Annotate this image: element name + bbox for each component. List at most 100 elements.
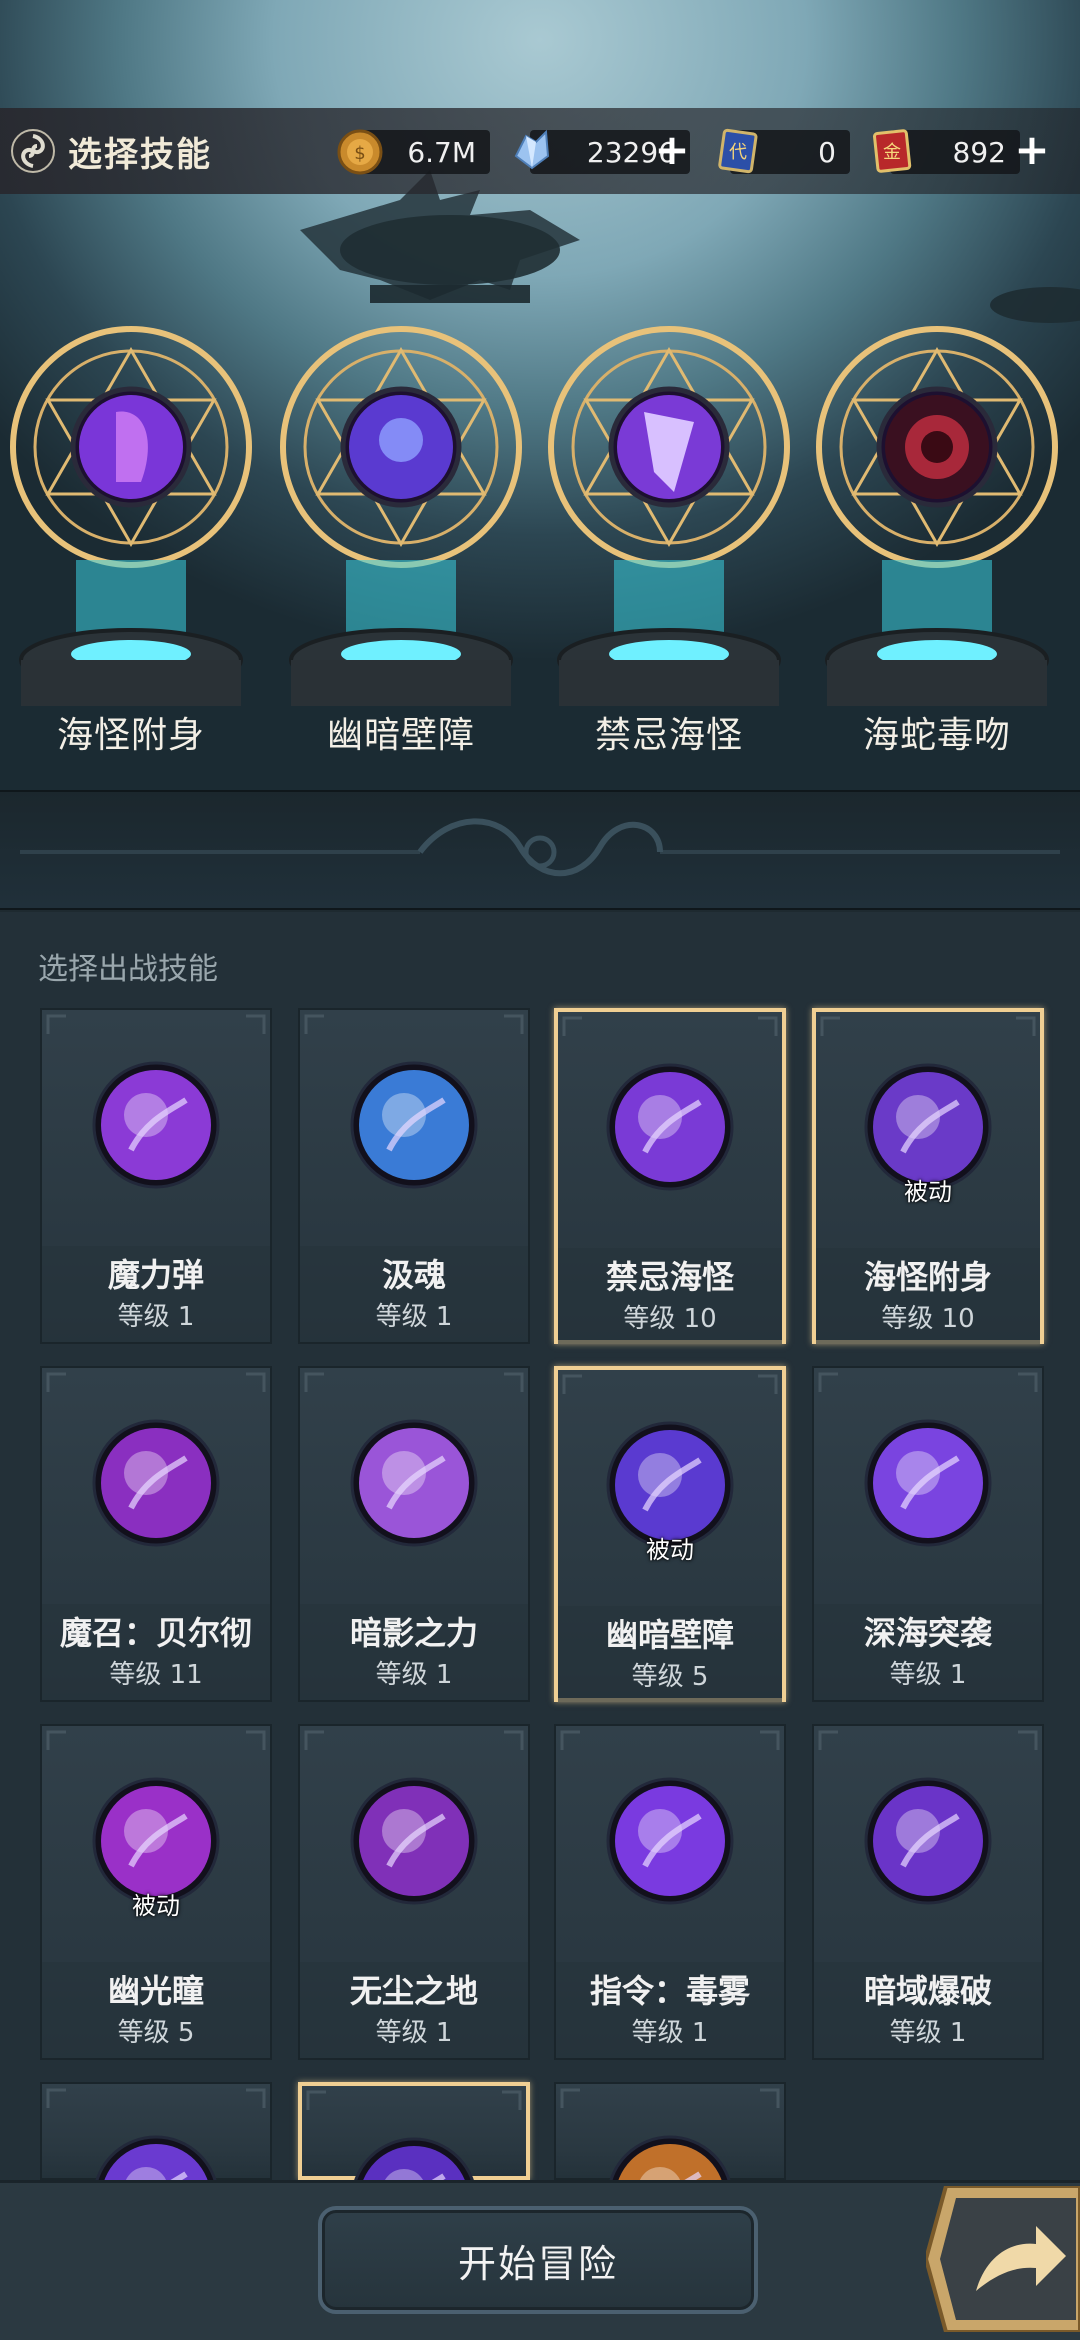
passive-badge: 被动 xyxy=(132,1892,180,1920)
corner-ornament xyxy=(504,1730,524,1750)
passive-badge: 被动 xyxy=(904,1178,952,1206)
pedestal-1 xyxy=(19,560,243,706)
dai-ticket-icon: 代 xyxy=(718,128,758,174)
corner-ornament xyxy=(246,2088,266,2108)
skill-name: 魔召：贝尔彻 xyxy=(59,1614,252,1652)
selected-skill-label-2: 幽暗壁障 xyxy=(326,715,475,756)
corner-ornament xyxy=(46,1014,66,1034)
skill-icon xyxy=(350,1061,478,1189)
skill-card[interactable] xyxy=(298,2082,530,2265)
skill-level: 等级 5 xyxy=(631,1662,709,1692)
corner-ornament xyxy=(820,1016,840,1036)
corner-ornament xyxy=(760,2088,780,2108)
skill-level: 等级 1 xyxy=(375,2018,453,2048)
corner-ornament xyxy=(1018,1730,1038,1750)
corner-ornament xyxy=(562,1016,582,1036)
corner-ornament xyxy=(246,1372,266,1392)
skill-card[interactable] xyxy=(40,2082,272,2263)
skill-card[interactable]: 被动 海怪附身 等级 10 xyxy=(812,1008,1044,1344)
corner-ornament xyxy=(1018,1372,1038,1392)
pedestal-4 xyxy=(825,560,1049,706)
skill-level: 等级 10 xyxy=(881,1304,975,1334)
skill-icon xyxy=(606,1777,734,1905)
pedestal-2 xyxy=(289,560,513,706)
skill-name: 禁忌海怪 xyxy=(605,1258,734,1296)
corner-ornament xyxy=(46,1372,66,1392)
dai-ticket-amount: 0 xyxy=(818,135,836,169)
skill-name: 深海突袭 xyxy=(863,1614,992,1652)
corner-ornament xyxy=(246,1730,266,1750)
corner-ornament xyxy=(246,1014,266,1034)
corner-ornament xyxy=(306,2090,326,2110)
corner-ornament xyxy=(1016,1016,1036,1036)
gold-ticket-amount: 892 xyxy=(952,135,1006,169)
skill-name: 无尘之地 xyxy=(349,1972,478,2010)
skill-card[interactable]: 被动 幽暗壁障 等级 5 xyxy=(554,1366,786,1702)
title-area: 选择技能 xyxy=(0,108,320,194)
corner-ornament xyxy=(760,1730,780,1750)
skill-icon xyxy=(864,1419,992,1547)
skill-name: 幽光瞳 xyxy=(107,1972,204,2010)
corner-ornament xyxy=(304,1014,324,1034)
passive-badge: 被动 xyxy=(646,1536,694,1564)
corner-ornament xyxy=(46,1730,66,1750)
skill-card[interactable]: 魔力弹 等级 1 xyxy=(40,1008,272,1344)
airship-silhouette xyxy=(300,170,580,303)
selected-skill-label-4: 海蛇毒吻 xyxy=(862,715,1011,756)
corner-ornament xyxy=(818,1372,838,1392)
skill-card[interactable] xyxy=(554,2082,786,2263)
skill-level: 等级 11 xyxy=(109,1660,203,1690)
skill-icon xyxy=(606,1063,734,1191)
skill-card[interactable]: 汲魂等级 1 xyxy=(298,1008,530,1344)
corner-ornament xyxy=(46,2088,66,2108)
corner-ornament xyxy=(502,2090,522,2110)
skill-card[interactable]: 暗域爆破等级 1 xyxy=(812,1724,1044,2060)
gold-coin-icon: $ xyxy=(337,129,383,175)
skill-card[interactable]: 指令：毒雾等级 1 xyxy=(554,1724,786,2060)
skill-level: 等级 1 xyxy=(889,2018,967,2048)
add-gold-ticket-button[interactable]: + xyxy=(1012,129,1052,171)
skill-level: 等级 1 xyxy=(889,1660,967,1690)
crystal-icon xyxy=(514,129,550,170)
skill-level: 等级 1 xyxy=(375,1302,453,1332)
skill-card[interactable]: 暗影之力等级 1 xyxy=(298,1366,530,1702)
skill-card[interactable]: 禁忌海怪 等级 10 xyxy=(554,1008,786,1344)
skill-icon xyxy=(350,1419,478,1547)
gold-amount: 6.7M xyxy=(407,135,476,169)
corner-ornament xyxy=(758,1374,778,1394)
corner-ornament xyxy=(504,1014,524,1034)
ornament-divider xyxy=(0,790,1080,910)
skill-icon xyxy=(864,1777,992,1905)
skill-name: 暗域爆破 xyxy=(863,1972,992,2010)
panel-title: 选择出战技能 xyxy=(38,952,218,987)
selected-skill-slot-3[interactable] xyxy=(544,322,794,572)
selected-skill-label-3: 禁忌海怪 xyxy=(594,715,743,756)
svg-text:金: 金 xyxy=(883,142,901,163)
skill-level: 等级 5 xyxy=(117,2018,195,2048)
skill-card[interactable]: 无尘之地等级 1 xyxy=(298,1724,530,2060)
selected-skill-slot-1[interactable] xyxy=(6,322,256,572)
selected-skill-slot-4[interactable] xyxy=(812,322,1062,572)
skill-name: 暗影之力 xyxy=(349,1614,478,1652)
corner-ornament xyxy=(758,1016,778,1036)
skill-level: 等级 1 xyxy=(375,1660,453,1690)
svg-text:$: $ xyxy=(354,143,365,164)
skill-icon xyxy=(92,1061,220,1189)
skill-card[interactable]: 被动幽光瞳等级 5 xyxy=(40,1724,272,2060)
start-adventure-button[interactable]: 开始冒险 xyxy=(318,2206,758,2314)
corner-ornament xyxy=(304,1730,324,1750)
corner-ornament xyxy=(560,1730,580,1750)
skill-card[interactable]: 魔召：贝尔彻等级 11 xyxy=(40,1366,272,1702)
gold-ticket-icon: 金 xyxy=(873,129,912,173)
add-crystal-button[interactable]: + xyxy=(652,129,692,171)
selected-skill-slot-2[interactable] xyxy=(276,322,526,572)
skill-level: 等级 1 xyxy=(631,2018,709,2048)
skill-icon xyxy=(350,1777,478,1905)
corner-ornament xyxy=(560,2088,580,2108)
skill-name: 指令：毒雾 xyxy=(589,1972,750,2010)
skill-name: 汲魂 xyxy=(381,1256,446,1294)
corner-ornament xyxy=(818,1730,838,1750)
next-arrow-button[interactable] xyxy=(926,2186,1080,2332)
skill-card[interactable]: 深海突袭等级 1 xyxy=(812,1366,1044,1702)
page-title: 选择技能 xyxy=(68,134,212,175)
